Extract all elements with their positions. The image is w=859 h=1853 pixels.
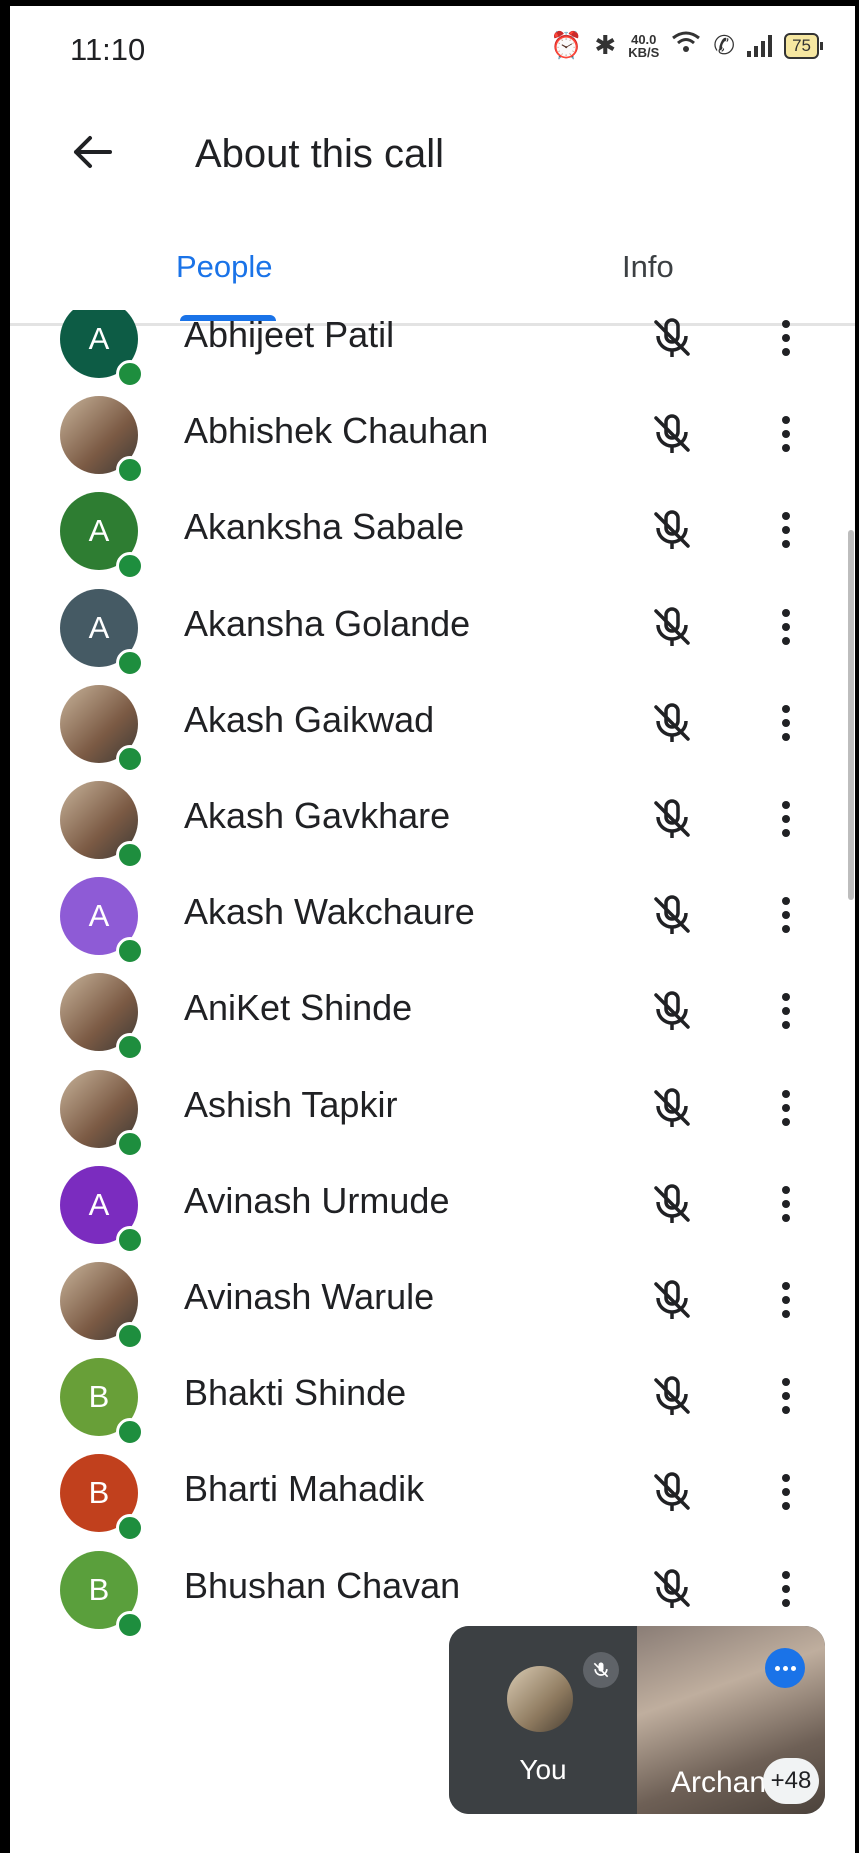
- self-avatar: [507, 1666, 573, 1732]
- battery-icon: 75: [784, 32, 823, 59]
- participant-name: Avinash Warule: [184, 1276, 435, 1317]
- avatar-initial: B: [88, 1571, 110, 1607]
- bluetooth-icon: ✱: [594, 30, 617, 60]
- pip-self-label: You: [519, 1754, 567, 1785]
- participant-name: Akash Gavkhare: [184, 795, 451, 836]
- status-time: 11:10: [70, 32, 146, 67]
- mic-off-icon: [648, 891, 696, 939]
- participant-name: Avinash Urmude: [184, 1179, 450, 1221]
- status-bar: 11:10 ⏰ ✱ 40.0 KB/S ✆ 75: [0, 0, 859, 100]
- participant-name: Akash Wakchaure: [184, 891, 475, 933]
- back-arrow-icon[interactable]: [70, 130, 120, 180]
- presence-dot: [116, 1610, 144, 1639]
- more-options-icon[interactable]: [766, 1464, 806, 1520]
- more-options-icon[interactable]: [766, 406, 806, 462]
- participant-name: Bhushan Chavan: [184, 1564, 461, 1606]
- more-options-icon[interactable]: [766, 887, 806, 943]
- mic-off-icon: [583, 1652, 619, 1688]
- avatar-initial: B: [88, 1475, 110, 1511]
- participant-name: Ashish Tapkir: [184, 1083, 398, 1125]
- avatar-initial: A: [88, 1186, 110, 1222]
- more-options-icon[interactable]: [766, 1080, 806, 1136]
- tab-info[interactable]: Info: [622, 249, 674, 285]
- participant-list: A Abhijeet Patil Abhishek Chauhan A Akanksha…: [0, 310, 859, 1853]
- avatar-initial: A: [88, 513, 110, 549]
- mic-off-icon: [648, 699, 696, 747]
- participant-name: Abhijeet Patil: [184, 314, 395, 355]
- alarm-icon: ⏰: [550, 30, 583, 60]
- pip-window[interactable]: You Archan +48: [449, 1626, 825, 1814]
- participant-name: Akanksha Sabale: [184, 506, 465, 548]
- more-options-icon[interactable]: [766, 1272, 806, 1328]
- page-title: About this call: [195, 132, 445, 176]
- avatar-initial: A: [88, 898, 110, 934]
- more-options-icon[interactable]: [766, 983, 806, 1039]
- mic-off-icon: [648, 603, 696, 651]
- participant-name: AniKet Shinde: [184, 987, 413, 1029]
- wifi-icon: [671, 30, 701, 61]
- more-options-icon[interactable]: [766, 1176, 806, 1232]
- mic-off-icon: [648, 1180, 696, 1228]
- avatar-initial: B: [88, 1379, 110, 1415]
- app-bar: About this call: [0, 110, 859, 200]
- net-speed-value: 40.0: [631, 31, 657, 47]
- tab-people[interactable]: People: [176, 249, 273, 285]
- mic-off-icon: [648, 314, 696, 362]
- mic-off-icon: [648, 506, 696, 554]
- more-options-icon[interactable]: [766, 599, 806, 655]
- net-speed: 40.0 KB/S: [628, 33, 659, 59]
- scrollbar[interactable]: [848, 530, 854, 900]
- status-icons: ⏰ ✱ 40.0 KB/S ✆ 75: [550, 30, 823, 61]
- participant-name: Akansha Golande: [184, 602, 471, 644]
- mic-off-icon: [648, 1084, 696, 1132]
- mic-off-icon: [648, 1565, 696, 1613]
- more-options-icon[interactable]: [766, 310, 806, 366]
- signal-icon: [747, 34, 773, 57]
- participant-name: Abhishek Chauhan: [184, 410, 489, 452]
- more-options-icon[interactable]: [766, 1368, 806, 1424]
- avatar-initial: A: [88, 609, 110, 645]
- participant-name: Bharti Mahadik: [184, 1468, 425, 1510]
- mic-off-icon: [648, 1372, 696, 1420]
- participant-name: Bhakti Shinde: [184, 1372, 407, 1414]
- call-icon: ✆: [713, 30, 736, 60]
- mic-off-icon: [648, 987, 696, 1035]
- mic-off-icon: [648, 1276, 696, 1324]
- net-speed-unit: KB/S: [628, 44, 660, 60]
- more-options-icon[interactable]: [766, 502, 806, 558]
- pip-remote-tile[interactable]: Archan +48: [637, 1626, 825, 1814]
- mic-off-icon: [648, 1468, 696, 1516]
- more-options-icon[interactable]: [766, 791, 806, 847]
- pip-remote-name: Archan: [671, 1766, 767, 1799]
- pip-self-tile[interactable]: You: [449, 1626, 637, 1814]
- mic-off-icon: [648, 795, 696, 843]
- more-options-icon[interactable]: [766, 695, 806, 751]
- more-options-icon[interactable]: [766, 1561, 806, 1617]
- more-options-icon[interactable]: [765, 1648, 805, 1688]
- participant-count-badge[interactable]: +48: [763, 1758, 819, 1804]
- avatar-initial: A: [88, 321, 110, 356]
- participant-name: Akash Gaikwad: [184, 698, 435, 740]
- mic-off-icon: [648, 410, 696, 458]
